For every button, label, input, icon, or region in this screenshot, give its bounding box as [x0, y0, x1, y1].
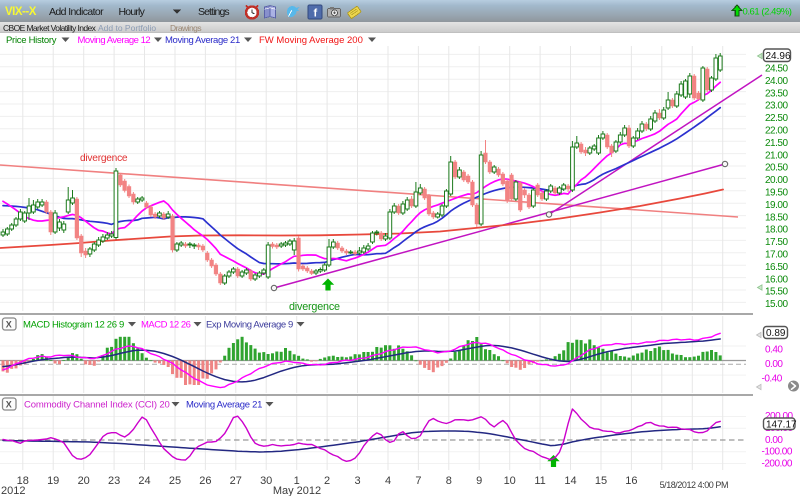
svg-text:MACD 12 26: MACD 12 26 — [141, 320, 191, 331]
svg-text:7: 7 — [415, 475, 421, 487]
svg-text:divergence: divergence — [289, 301, 340, 313]
svg-text:FW Moving Average 200: FW Moving Average 200 — [259, 35, 363, 46]
svg-text:8: 8 — [446, 475, 452, 487]
svg-text:23.00: 23.00 — [765, 101, 788, 112]
svg-text:-200.00: -200.00 — [762, 458, 793, 469]
svg-text:16.00: 16.00 — [765, 274, 788, 285]
svg-text:May 2012: May 2012 — [273, 485, 321, 496]
svg-text:f: f — [314, 8, 318, 20]
svg-text:26: 26 — [199, 475, 211, 487]
svg-text:Moving Average 21: Moving Average 21 — [165, 35, 240, 46]
svg-text:5/18/2012 4:00 PM: 5/18/2012 4:00 PM — [660, 480, 728, 490]
svg-text:30: 30 — [260, 475, 272, 487]
svg-text:0.00: 0.00 — [765, 435, 783, 446]
svg-text:24.96: 24.96 — [766, 51, 791, 62]
svg-text:Exp Moving Average 9: Exp Moving Average 9 — [206, 320, 293, 331]
svg-text:CBOE Market Volatility Index: CBOE Market Volatility Index — [3, 23, 97, 33]
svg-text:17.00: 17.00 — [765, 250, 788, 261]
svg-text:15: 15 — [595, 475, 607, 487]
svg-text:22.50: 22.50 — [765, 113, 788, 124]
svg-text:24: 24 — [138, 475, 150, 487]
svg-text:MACD Histogram 12 26 9: MACD Histogram 12 26 9 — [23, 320, 124, 331]
svg-text:divergence: divergence — [80, 153, 128, 164]
svg-text:16: 16 — [625, 475, 637, 487]
svg-text:17.50: 17.50 — [765, 237, 788, 248]
svg-text:23.50: 23.50 — [765, 88, 788, 99]
svg-text:9: 9 — [476, 475, 482, 487]
svg-text:19.00: 19.00 — [765, 200, 788, 211]
svg-text:2: 2 — [324, 475, 330, 487]
svg-text:18.50: 18.50 — [765, 212, 788, 223]
svg-text:16.50: 16.50 — [765, 262, 788, 273]
svg-text:24.50: 24.50 — [765, 64, 788, 75]
svg-text:19: 19 — [47, 475, 59, 487]
svg-text:15.00: 15.00 — [765, 299, 788, 310]
svg-text:-0.40: -0.40 — [762, 374, 783, 385]
svg-text:21.50: 21.50 — [765, 138, 788, 149]
svg-text:21.00: 21.00 — [765, 150, 788, 161]
svg-text:Commodity Channel Index (CCI): Commodity Channel Index (CCI) 20 — [24, 400, 170, 411]
svg-text:Moving Average 12: Moving Average 12 — [78, 35, 151, 46]
svg-text:20.00: 20.00 — [765, 175, 788, 186]
svg-text:X: X — [6, 320, 12, 330]
svg-text:0.00: 0.00 — [765, 359, 783, 370]
svg-text:2012: 2012 — [1, 485, 25, 496]
svg-text:0.89: 0.89 — [766, 328, 786, 339]
svg-text:14: 14 — [564, 475, 576, 487]
svg-text:11: 11 — [534, 475, 545, 487]
svg-text:15.50: 15.50 — [765, 287, 788, 298]
svg-text:3: 3 — [354, 475, 360, 487]
svg-text:0.40: 0.40 — [765, 344, 783, 355]
svg-text:Moving Average 21: Moving Average 21 — [186, 400, 262, 411]
svg-text:Settings: Settings — [198, 6, 229, 18]
svg-text:Add to Portfolio: Add to Portfolio — [98, 23, 156, 33]
svg-text:27: 27 — [230, 475, 242, 487]
svg-text:22.00: 22.00 — [765, 126, 788, 137]
svg-text:24.00: 24.00 — [765, 76, 788, 87]
svg-text:20: 20 — [78, 475, 90, 487]
svg-text:-100.00: -100.00 — [762, 447, 793, 458]
svg-text:VIX--X: VIX--X — [5, 6, 37, 18]
svg-text:Hourly: Hourly — [119, 6, 146, 18]
svg-text:20.50: 20.50 — [765, 163, 788, 174]
svg-text:0.61 (2.49%): 0.61 (2.49%) — [743, 7, 792, 18]
svg-text:10: 10 — [504, 475, 516, 487]
svg-text:Add Indicator: Add Indicator — [49, 6, 104, 18]
svg-text:147.17: 147.17 — [766, 419, 797, 430]
svg-text:Drawings: Drawings — [170, 23, 201, 33]
svg-text:4: 4 — [385, 475, 391, 487]
svg-text:25: 25 — [169, 475, 181, 487]
svg-text:18.00: 18.00 — [765, 225, 788, 236]
svg-text:19.50: 19.50 — [765, 188, 788, 199]
svg-text:Price History: Price History — [6, 35, 57, 46]
svg-text:23: 23 — [108, 475, 120, 487]
svg-text:X: X — [6, 400, 12, 410]
